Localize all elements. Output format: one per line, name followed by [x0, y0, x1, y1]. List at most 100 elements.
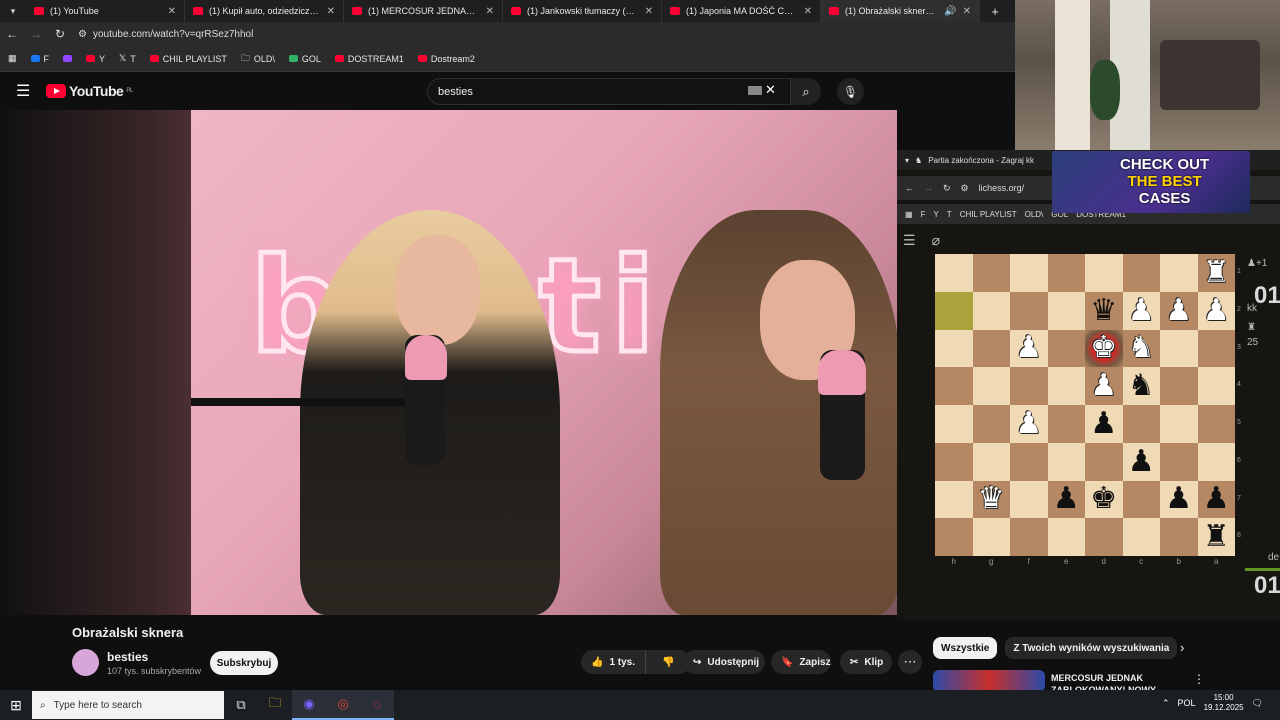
board-square-f4[interactable]	[1010, 367, 1048, 405]
youtube-logo[interactable]: YouTube PL	[46, 83, 133, 99]
reload-icon[interactable]: ↻	[48, 27, 72, 41]
hamburger-menu-icon[interactable]: ☰	[903, 232, 916, 249]
board-square-b6[interactable]	[1160, 442, 1198, 481]
language-indicator[interactable]: POL	[1178, 698, 1196, 708]
recommended-thumbnail[interactable]	[933, 670, 1045, 692]
chevron-up-icon[interactable]: ⌃	[1162, 698, 1170, 709]
black-pawn-piece[interactable]: ♟	[1053, 484, 1080, 514]
dislike-button[interactable]: 👎	[652, 657, 684, 668]
bookmark-item[interactable]: Y	[86, 54, 105, 64]
white-pawn-piece[interactable]: ♟	[1128, 295, 1155, 326]
lichess-timer-icon[interactable]: ⌀	[932, 232, 940, 249]
close-tab-icon[interactable]: ✕	[486, 6, 494, 17]
back-arrow-icon[interactable]: ←	[0, 27, 24, 41]
board-square-g3[interactable]	[972, 329, 1010, 368]
taskbar-search-input[interactable]: ⌕ Type here to search	[32, 691, 224, 719]
board-square-a6[interactable]	[1197, 442, 1235, 481]
board-square-a7[interactable]: ♟	[1197, 480, 1235, 519]
black-pawn-piece[interactable]: ♟	[1165, 484, 1192, 514]
board-square-c5[interactable]	[1122, 405, 1160, 443]
apps-grid-icon[interactable]: ▦	[905, 210, 913, 219]
more-actions-button[interactable]: ⋯	[898, 650, 922, 674]
bookmark-folder[interactable]: 🗀 OLD\	[241, 51, 275, 67]
board-square-b8[interactable]	[1160, 518, 1198, 556]
site-info-icon[interactable]: ⚙	[961, 183, 969, 194]
board-square-d1[interactable]	[1085, 254, 1123, 292]
bookmark-item[interactable]: T	[947, 210, 952, 219]
chip-all[interactable]: Wszystkie	[933, 637, 998, 659]
black-pawn-piece[interactable]: ♟	[1203, 484, 1230, 514]
board-square-b4[interactable]	[1160, 367, 1198, 405]
search-button[interactable]: ⌕	[791, 78, 821, 105]
site-info-icon[interactable]: ⚙	[78, 29, 87, 40]
board-square-d7[interactable]: ♚	[1085, 480, 1123, 519]
black-king-piece[interactable]: ♚	[1090, 484, 1117, 514]
board-square-c1[interactable]	[1122, 254, 1160, 292]
close-tab-icon[interactable]: ✕	[327, 6, 335, 17]
back-arrow-icon[interactable]: ←	[905, 183, 914, 193]
search-input[interactable]: besties	[427, 78, 791, 105]
board-square-a3[interactable]	[1197, 329, 1235, 368]
bookmark-item[interactable]: Y	[933, 210, 938, 219]
apps-grid-icon[interactable]: ▦	[8, 53, 17, 64]
clear-search-icon[interactable]: ✕	[765, 82, 776, 98]
board-square-h8[interactable]	[935, 518, 973, 556]
board-square-f2[interactable]	[1010, 291, 1048, 330]
board-square-b5[interactable]	[1160, 405, 1198, 443]
black-knight-piece[interactable]: ♞	[1128, 371, 1155, 401]
black-queen-piece[interactable]: ♛	[1090, 295, 1117, 326]
white-king-piece[interactable]: ♚	[1090, 333, 1117, 363]
taskbar-clock[interactable]: 15:00 19.12.2025	[1204, 693, 1244, 713]
board-square-e7[interactable]: ♟	[1047, 480, 1085, 519]
board-square-d4[interactable]: ♟	[1085, 367, 1123, 405]
board-square-e5[interactable]	[1047, 405, 1085, 443]
board-square-f6[interactable]	[1010, 442, 1048, 481]
board-square-d6[interactable]	[1085, 442, 1123, 481]
black-pawn-piece[interactable]: ♟	[1128, 446, 1155, 477]
white-rook-piece[interactable]: ♜	[1203, 257, 1230, 288]
chrome-icon[interactable]: ◎	[326, 690, 360, 720]
clip-button[interactable]: ✂ Klip	[840, 650, 892, 674]
board-square-e2[interactable]	[1047, 291, 1085, 330]
board-square-d8[interactable]	[1085, 518, 1123, 556]
bookmark-item[interactable]: DOSTREAM1	[334, 54, 404, 64]
board-square-d2[interactable]: ♛	[1085, 291, 1123, 330]
white-pawn-piece[interactable]: ♟	[1203, 295, 1230, 326]
discord-icon[interactable]: ◉	[292, 690, 326, 720]
bookmark-item[interactable]: 𝕏T	[119, 53, 136, 64]
subscribe-button[interactable]: Subskrybuj	[210, 651, 278, 675]
close-tab-icon[interactable]: ✕	[963, 6, 971, 17]
board-square-d5[interactable]: ♟	[1085, 405, 1123, 443]
white-pawn-piece[interactable]: ♟	[1165, 295, 1192, 326]
forward-arrow-icon[interactable]: →	[24, 27, 48, 41]
board-square-f1[interactable]	[1010, 254, 1048, 292]
file-explorer-icon[interactable]: 🗀	[258, 690, 292, 720]
forward-arrow-icon[interactable]: →	[924, 183, 933, 193]
lichess-tab-title[interactable]: Partia zakończona - Zagraj kk	[928, 156, 1034, 165]
board-square-e4[interactable]	[1047, 367, 1085, 405]
bookmark-item[interactable]: CHIL PLAYLIST	[960, 210, 1017, 219]
white-knight-piece[interactable]: ♞	[1128, 333, 1155, 363]
board-square-h1[interactable]	[935, 254, 973, 292]
board-square-g1[interactable]	[972, 254, 1010, 292]
tab-search-chevron-icon[interactable]: ▾	[905, 156, 909, 165]
board-square-a2[interactable]: ♟	[1197, 291, 1235, 330]
keyboard-icon[interactable]	[748, 86, 762, 95]
board-square-f7[interactable]	[1010, 480, 1048, 519]
board-square-f5[interactable]: ♟	[1010, 405, 1048, 443]
board-square-g2[interactable]	[972, 291, 1010, 330]
board-square-c3[interactable]: ♞	[1122, 329, 1160, 368]
board-square-c4[interactable]: ♞	[1122, 367, 1160, 405]
board-square-h6[interactable]	[935, 442, 973, 481]
close-tab-icon[interactable]: ✕	[645, 6, 653, 17]
bookmark-item[interactable]: Dostream2	[417, 54, 475, 64]
board-square-b2[interactable]: ♟	[1160, 291, 1198, 330]
windows-start-icon[interactable]: ⊞	[0, 690, 32, 720]
browser-tab-active[interactable]: (1) Obrażalski sknera - YouTube 🔊 ✕	[821, 0, 980, 22]
white-queen-piece[interactable]: ♛	[978, 484, 1005, 514]
browser-tab[interactable]: (1) MERCOSUR JEDNAK ZABLOKOWANY ✕	[344, 0, 503, 22]
black-rook-piece[interactable]: ♜	[1203, 522, 1230, 552]
white-pawn-piece[interactable]: ♟	[1090, 371, 1117, 401]
board-square-e8[interactable]	[1047, 518, 1085, 556]
board-square-h4[interactable]	[935, 367, 973, 405]
